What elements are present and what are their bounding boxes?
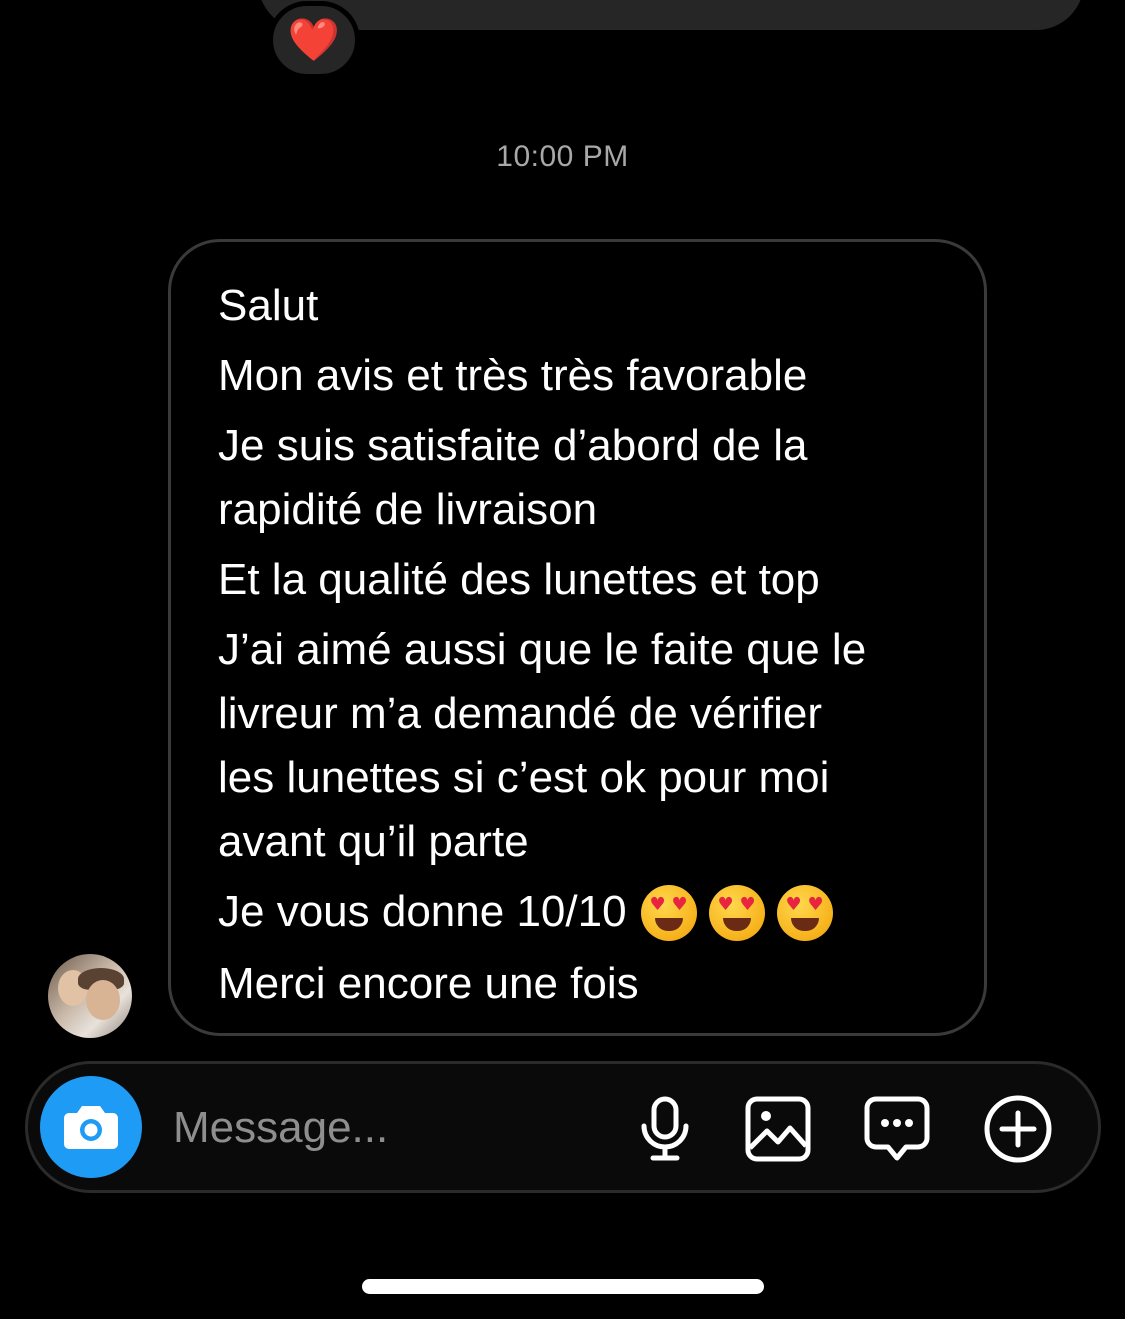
sender-avatar[interactable] [48, 954, 132, 1038]
message-input[interactable] [171, 1092, 595, 1164]
message-line: Et la qualité des lunettes et top [218, 555, 820, 604]
heart-eyes-emoji-icon: ♥ ♥ [708, 884, 765, 941]
message-line: Mon avis et très très favorable [218, 351, 808, 400]
heart-reaction-badge[interactable]: ❤️ [268, 1, 360, 79]
message-timestamp: 10:00 PM [496, 140, 629, 173]
microphone-button[interactable] [630, 1094, 700, 1164]
rating-text: Je vous donne 10/10 [218, 887, 627, 936]
heart-icon: ❤️ [287, 15, 341, 64]
camera-button[interactable] [40, 1076, 142, 1178]
home-indicator[interactable] [362, 1279, 764, 1294]
emoji-group: ♥ ♥ ♥ ♥ ♥ ♥ [640, 882, 845, 946]
message-line: Je suis satisfaite d’abord de la [218, 421, 808, 470]
message-line-rating: Je vous donne 10/10 ♥ ♥ ♥ ♥ ♥ ♥ [218, 880, 944, 946]
message-line: avant qu’il parte [218, 817, 529, 866]
message-line: Merci encore une fois [218, 959, 639, 1009]
gallery-icon [745, 1096, 811, 1162]
message-composer [25, 1061, 1101, 1193]
sticker-icon [864, 1096, 930, 1161]
message-line: rapidité de livraison [218, 485, 598, 534]
previous-message-bubble[interactable] [258, 0, 1084, 30]
heart-eyes-emoji-icon: ♥ ♥ [640, 884, 697, 941]
plus-icon [984, 1095, 1052, 1163]
message-line: livreur m’a demandé de vérifier [218, 689, 823, 738]
gallery-button[interactable] [743, 1094, 813, 1164]
message-line: les lunettes si c’est ok pour moi [218, 753, 830, 802]
add-button[interactable] [983, 1094, 1053, 1164]
sticker-button[interactable] [862, 1094, 932, 1164]
microphone-icon [641, 1096, 689, 1161]
received-message-bubble[interactable]: Salut Mon avis et très très favorable Je… [168, 239, 987, 1036]
camera-icon [64, 1106, 118, 1149]
heart-eyes-emoji-icon: ♥ ♥ [776, 884, 833, 941]
message-line: Salut [218, 281, 319, 330]
message-line: J’ai aimé aussi que le faite que le [218, 625, 867, 674]
